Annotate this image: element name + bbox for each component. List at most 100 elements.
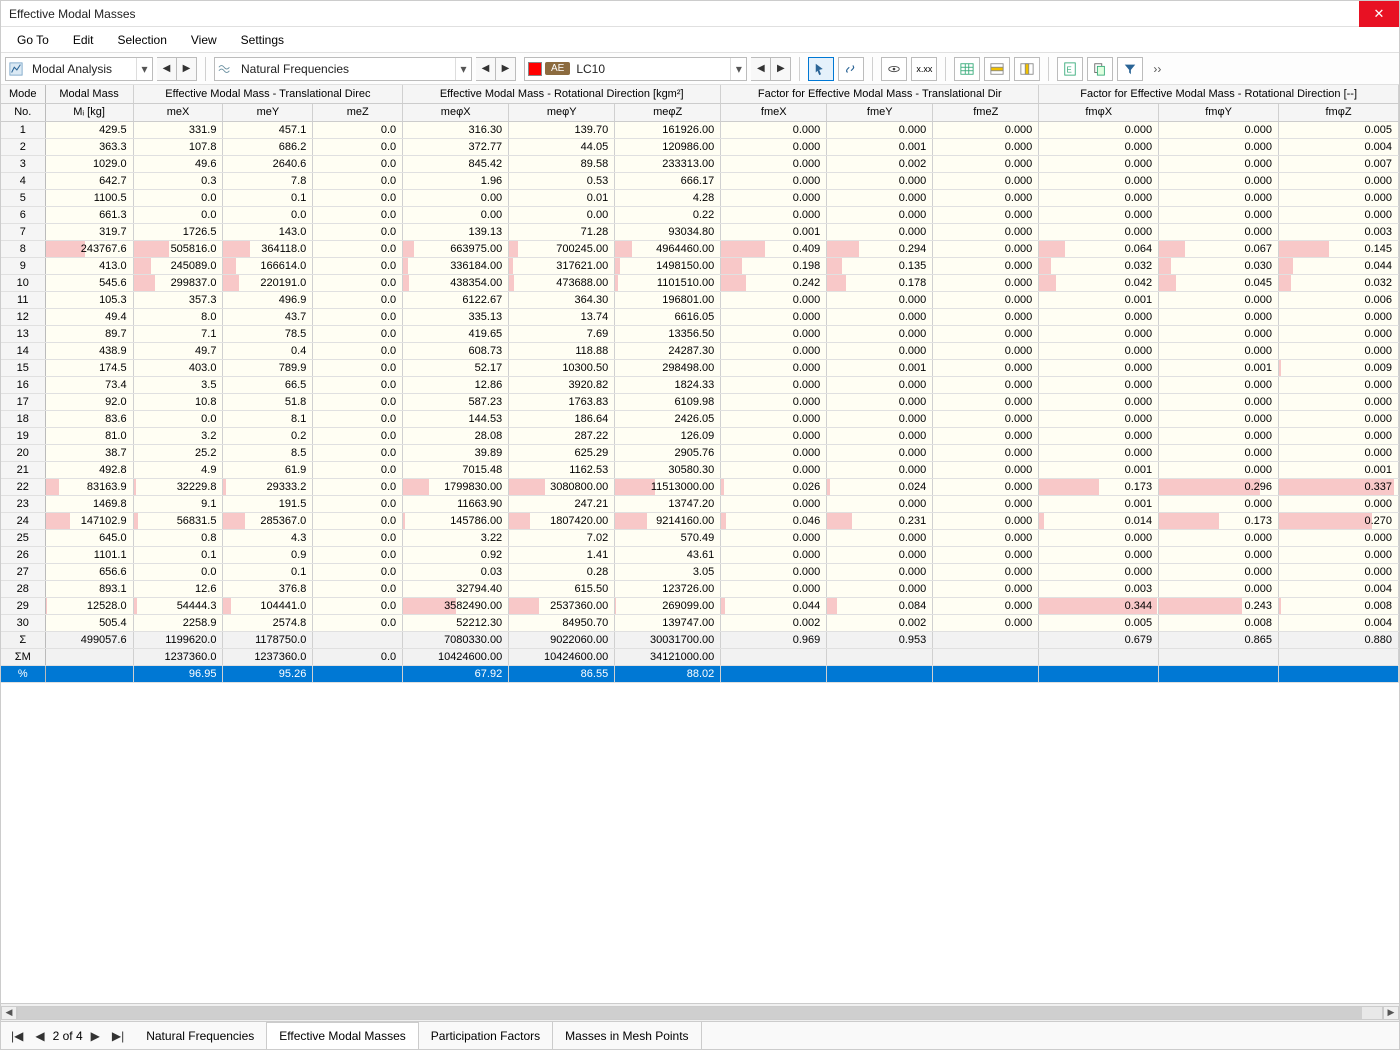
cell[interactable]: 10300.50: [509, 359, 615, 376]
cell[interactable]: 0.000: [1039, 223, 1159, 240]
cell[interactable]: 0.000: [721, 189, 827, 206]
cell[interactable]: 2905.76: [615, 444, 721, 461]
cell[interactable]: 0.000: [1159, 444, 1279, 461]
cell[interactable]: 143.0: [223, 223, 313, 240]
col-group[interactable]: Factor for Effective Modal Mass - Transl…: [721, 85, 1039, 103]
cell[interactable]: 0.0: [133, 410, 223, 427]
cell[interactable]: 0.005: [1279, 121, 1399, 138]
cell[interactable]: 28.08: [403, 427, 509, 444]
column-tool-button[interactable]: [1014, 57, 1040, 81]
cell[interactable]: 11513000.00: [615, 478, 721, 495]
cell[interactable]: 0.084: [827, 597, 933, 614]
cell[interactable]: 357.3: [133, 291, 223, 308]
cell[interactable]: 0.8: [133, 529, 223, 546]
cell[interactable]: 0.000: [827, 529, 933, 546]
cell[interactable]: 0.0: [313, 359, 403, 376]
cell[interactable]: 0.173: [1039, 478, 1159, 495]
close-button[interactable]: ✕: [1359, 1, 1399, 27]
cell[interactable]: 0.009: [1279, 359, 1399, 376]
tab-participation-factors[interactable]: Participation Factors: [419, 1022, 553, 1049]
cell[interactable]: 0.004: [1279, 580, 1399, 597]
cell[interactable]: 0.000: [1039, 325, 1159, 342]
cell[interactable]: 496.9: [223, 291, 313, 308]
pager-prev-button[interactable]: ◀: [31, 1027, 48, 1045]
cell[interactable]: 1162.53: [509, 461, 615, 478]
cell[interactable]: 107.8: [133, 138, 223, 155]
cell[interactable]: 0.000: [933, 359, 1039, 376]
cell[interactable]: 89.7: [45, 325, 133, 342]
cell[interactable]: 0.000: [1039, 206, 1159, 223]
cell[interactable]: 43.61: [615, 546, 721, 563]
cell[interactable]: 0.92: [403, 546, 509, 563]
row-header[interactable]: 21: [1, 461, 45, 478]
cell[interactable]: 505.4: [45, 614, 133, 631]
cell[interactable]: 0.000: [933, 563, 1039, 580]
row-header[interactable]: 12: [1, 308, 45, 325]
cell[interactable]: 2258.9: [133, 614, 223, 631]
cell[interactable]: 0.000: [933, 410, 1039, 427]
cell[interactable]: 0.024: [827, 478, 933, 495]
cell[interactable]: 1101510.00: [615, 274, 721, 291]
cell[interactable]: 0.000: [827, 206, 933, 223]
cell[interactable]: 247.21: [509, 495, 615, 512]
row-header[interactable]: 14: [1, 342, 45, 359]
cell[interactable]: 505816.0: [133, 240, 223, 257]
cell[interactable]: 0.000: [1039, 121, 1159, 138]
menu-view[interactable]: View: [181, 30, 227, 50]
cell[interactable]: 12.86: [403, 376, 509, 393]
cell[interactable]: 0.000: [933, 155, 1039, 172]
cell[interactable]: 0.00: [509, 206, 615, 223]
cell[interactable]: 0.000: [1159, 121, 1279, 138]
cell[interactable]: 0.001: [1159, 359, 1279, 376]
cell[interactable]: 364118.0: [223, 240, 313, 257]
cell[interactable]: 0.000: [827, 563, 933, 580]
cell[interactable]: 0.0: [313, 614, 403, 631]
cell[interactable]: 83163.9: [45, 478, 133, 495]
cell[interactable]: 0.0: [313, 546, 403, 563]
cell[interactable]: 52212.30: [403, 614, 509, 631]
cell[interactable]: 13747.20: [615, 495, 721, 512]
cell[interactable]: 0.000: [721, 495, 827, 512]
cell[interactable]: 0.198: [721, 257, 827, 274]
cell[interactable]: 3.05: [615, 563, 721, 580]
cell[interactable]: 615.50: [509, 580, 615, 597]
cell[interactable]: 419.65: [403, 325, 509, 342]
cell[interactable]: 8.0: [133, 308, 223, 325]
cell[interactable]: 0.000: [1279, 444, 1399, 461]
cell[interactable]: 0.1: [223, 563, 313, 580]
loadcase-next-button[interactable]: ▶: [771, 57, 791, 81]
cell[interactable]: 0.000: [1039, 410, 1159, 427]
cell[interactable]: 0.0: [313, 274, 403, 291]
cell[interactable]: 0.000: [1159, 461, 1279, 478]
cell[interactable]: 0.0: [313, 240, 403, 257]
cell[interactable]: 0.000: [1159, 189, 1279, 206]
cell[interactable]: 299837.0: [133, 274, 223, 291]
cell[interactable]: 0.007: [1279, 155, 1399, 172]
cell[interactable]: 0.0: [313, 291, 403, 308]
cell[interactable]: 0.0: [313, 172, 403, 189]
cell[interactable]: 0.000: [1039, 529, 1159, 546]
cell[interactable]: 1498150.00: [615, 257, 721, 274]
row-header[interactable]: 18: [1, 410, 45, 427]
cell[interactable]: 686.2: [223, 138, 313, 155]
cell[interactable]: 12.6: [133, 580, 223, 597]
cell[interactable]: 0.000: [721, 359, 827, 376]
cell[interactable]: 0.000: [1159, 138, 1279, 155]
cell[interactable]: 245089.0: [133, 257, 223, 274]
cell[interactable]: 0.000: [933, 138, 1039, 155]
cell[interactable]: 403.0: [133, 359, 223, 376]
cell[interactable]: 0.0: [313, 257, 403, 274]
cell[interactable]: 3.22: [403, 529, 509, 546]
cell[interactable]: 4964460.00: [615, 240, 721, 257]
cell[interactable]: 6616.05: [615, 308, 721, 325]
cell[interactable]: 413.0: [45, 257, 133, 274]
cell[interactable]: 30580.30: [615, 461, 721, 478]
col-mey[interactable]: meY: [223, 103, 313, 121]
cell[interactable]: 0.030: [1159, 257, 1279, 274]
cell[interactable]: 43.7: [223, 308, 313, 325]
cell[interactable]: 52.17: [403, 359, 509, 376]
cell[interactable]: 0.032: [1279, 274, 1399, 291]
cell[interactable]: 0.026: [721, 478, 827, 495]
cell[interactable]: 0.53: [509, 172, 615, 189]
cell[interactable]: 1.41: [509, 546, 615, 563]
